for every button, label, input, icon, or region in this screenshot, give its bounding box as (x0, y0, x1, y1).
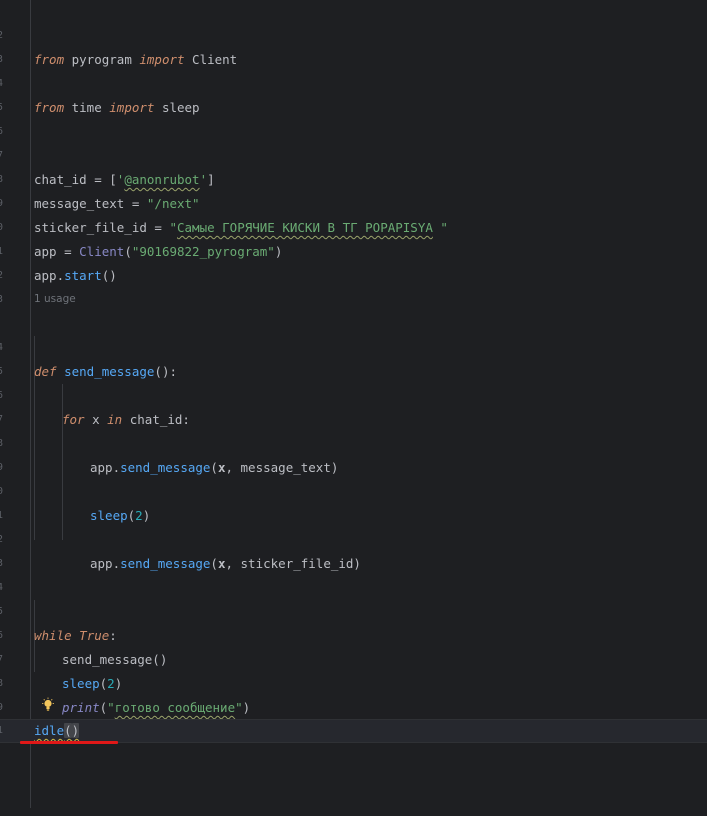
code-line[interactable]: 7 chat_id = ['@anonrubot'] (0, 120, 707, 187)
code-line[interactable]: 5 while True: (0, 576, 707, 643)
code-line[interactable]: 2 app.send_message(x, sticker_file_id) (0, 504, 707, 571)
code-line[interactable]: 9 sticker_file_id = "Самые ГОРЯЧИЕ КИСКИ… (0, 168, 707, 235)
error-underline-mark (20, 741, 118, 744)
code-line[interactable]: 8 message_text = "/next" (0, 144, 707, 211)
code-line[interactable]: 2 from pyrogram import Client (0, 0, 707, 67)
line-number: 1 (0, 725, 4, 736)
code-line[interactable]: 8 app.send_message(x, message_text) (0, 408, 707, 475)
code-line[interactable]: 3 (0, 264, 707, 305)
code-line[interactable]: 6 for x in chat_id: (0, 360, 707, 427)
line-number: 3 (0, 294, 4, 305)
usages-inlay-hint[interactable]: 1 usage (34, 293, 76, 305)
code-editor[interactable]: 2 from pyrogram import Client 3 4 from t… (0, 0, 707, 808)
code-line[interactable]: 9 (0, 432, 707, 473)
code-line[interactable]: 7 (0, 384, 707, 425)
code-line[interactable]: 2 (0, 240, 707, 281)
code-line[interactable]: 6 (0, 96, 707, 137)
code-text: idle() (34, 723, 80, 738)
code-line[interactable]: 1 (0, 480, 707, 521)
code-line[interactable]: 0 (0, 696, 707, 737)
code-line[interactable]: 7 sleep(2) (0, 624, 707, 691)
code-line[interactable]: 0 sleep(2) (0, 456, 707, 523)
code-line-current[interactable]: 1 idle() (0, 719, 707, 743)
code-line[interactable]: 4 from time import sleep (0, 48, 707, 115)
code-line[interactable]: 5 (0, 336, 707, 377)
code-line[interactable]: 3 (0, 528, 707, 569)
lightbulb-icon[interactable] (40, 697, 56, 713)
code-line[interactable]: 8 print("готово сообщение") (0, 648, 707, 715)
code-line[interactable]: 4 def send_message(): (0, 312, 707, 379)
code-line[interactable]: 9 (0, 672, 707, 713)
code-line[interactable]: 1 app.start() (0, 216, 707, 283)
code-line[interactable]: 0 app = Client("90169822_pyrogram") (0, 192, 707, 259)
code-line[interactable]: 4 (0, 552, 707, 593)
code-line[interactable]: 5 (0, 72, 707, 113)
code-line[interactable]: 3 (0, 24, 707, 65)
code-line[interactable]: 6 send_message() (0, 600, 707, 667)
